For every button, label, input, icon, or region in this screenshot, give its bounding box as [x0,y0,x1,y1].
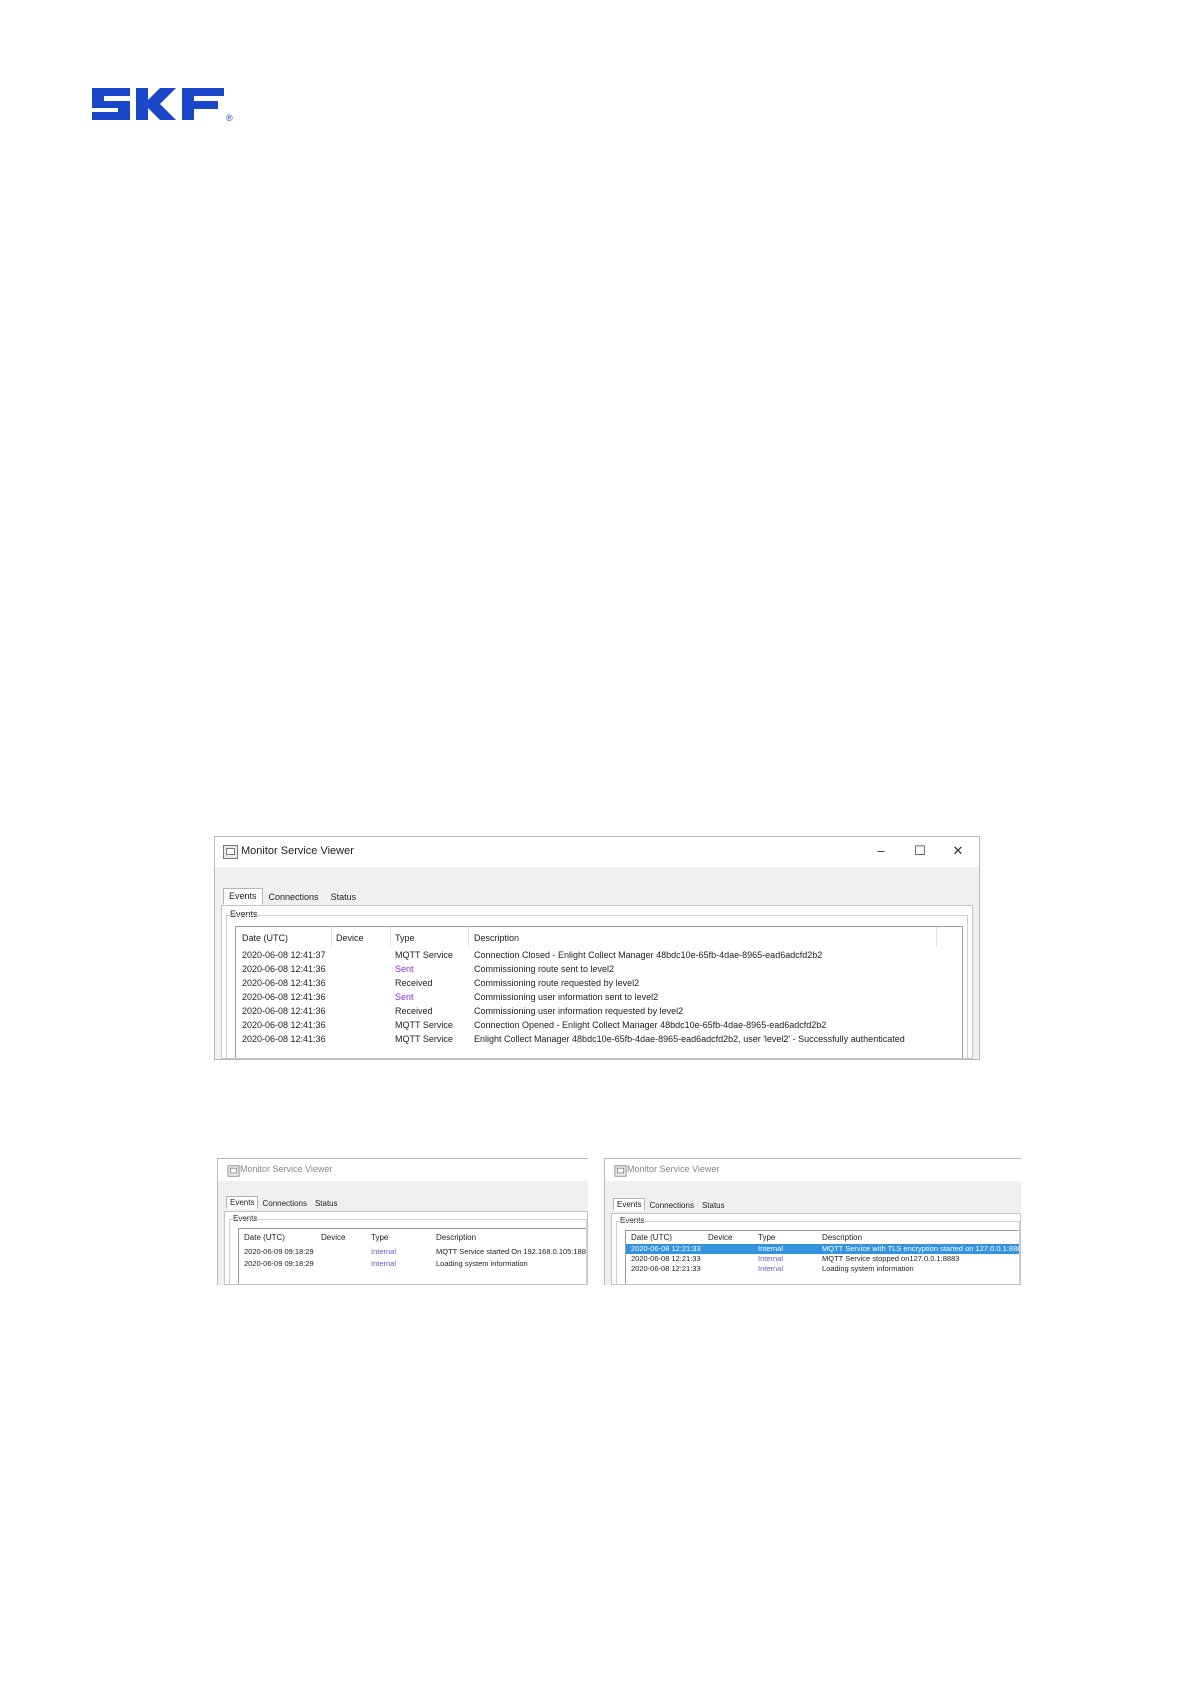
cell-date: 2020-06-09 09:18:29 [244,1247,314,1256]
cell-type: MQTT Service [395,1034,453,1044]
column-header-device[interactable]: Device [708,1233,732,1242]
tab-status[interactable]: Status [311,1197,342,1210]
events-group: Date (UTC) Device Type Description 2020-… [226,915,968,1058]
close-button[interactable]: ✕ [943,841,973,861]
cell-type: Sent [395,964,414,974]
events-list[interactable]: Date (UTC) Device Type Description 2020-… [235,926,963,1058]
cell-description: MQTT Service stopped on127.0.0.1:8883 [822,1254,960,1263]
maximize-button[interactable]: ☐ [905,841,935,861]
cell-date: 2020-06-08 12:21:33 [631,1264,701,1273]
table-row[interactable]: 2020-06-08 12:41:36 Sent Commissioning rou… [236,962,962,976]
events-group: Date (UTC) Device Type Description 2020-… [616,1221,1020,1284]
registered-mark: ® [226,113,233,122]
monitor-service-viewer-window: Monitor Service Viewer – ☐ ✕ Events Conn… [214,836,980,1060]
table-row[interactable]: 2020-06-08 12:41:36 MQTT Service Enlight C… [236,1032,962,1046]
list-header: Date (UTC) Device Type Description [626,1233,1019,1244]
window-title: Monitor Service Viewer [241,845,354,857]
app-icon [227,1165,240,1177]
window-title: Monitor Service Viewer [240,1164,333,1174]
skf-logo: ® [92,88,233,122]
cell-description: Loading system information [822,1264,914,1273]
table-row[interactable]: 2020-06-08 12:41:36 Sent Commissioning use… [236,990,962,1004]
tab-connections[interactable]: Connections [258,1197,310,1210]
cell-description: MQTT Service with TLS encryption started… [822,1244,1019,1253]
cell-type: Internal [371,1247,397,1256]
tab-connections[interactable]: Connections [645,1199,697,1212]
column-header-description[interactable]: Description [474,933,519,943]
cell-date: 2020-06-08 12:41:36 [242,1034,326,1044]
events-list[interactable]: Date (UTC) Device Type Description 2020-… [238,1228,586,1284]
cell-description: Connection Opened - Enlight Collect Mana… [474,1020,827,1030]
cell-date: 2020-06-08 12:41:37 [242,950,326,960]
table-row[interactable]: 2020-06-09 09:18:29 Internal MQTT Service … [239,1246,586,1258]
table-row[interactable]: 2020-06-08 12:41:37 MQTT Service Connectio… [236,948,962,962]
monitor-service-viewer-window-3: Monitor Service Viewer Events Connection… [604,1158,1021,1285]
table-row[interactable]: 2020-06-08 12:41:36 Received Commissioning… [236,1004,962,1018]
cell-date: 2020-06-09 09:18:29 [244,1259,314,1268]
tab-events[interactable]: Events [223,888,263,905]
cell-description: Commissioning user information requested… [474,1006,684,1016]
cell-description: MQTT Service started On 192.168.0.105:18… [436,1247,586,1256]
window-title: Monitor Service Viewer [627,1164,720,1174]
cell-description: Connection Closed - Enlight Collect Mana… [474,950,823,960]
table-row[interactable]: 2020-06-09 09:18:29 Internal Loading syste… [239,1258,586,1270]
title-bar[interactable]: Monitor Service Viewer – ☐ ✕ [215,837,979,867]
cell-date: 2020-06-08 12:41:36 [242,1006,326,1016]
table-row[interactable]: 2020-06-08 12:21:33 Internal MQTT Service … [626,1244,1019,1254]
cell-type: Sent [395,992,414,1002]
column-header-description[interactable]: Description [436,1233,476,1242]
column-header-type[interactable]: Type [371,1233,388,1242]
events-group: Date (UTC) Device Type Description 2020-… [229,1219,587,1284]
cell-type: MQTT Service [395,950,453,960]
tab-status[interactable]: Status [698,1199,729,1212]
cell-type: Internal [371,1259,397,1268]
cell-description: Enlight Collect Manager 48bdc10e-65fb-4d… [474,1034,905,1044]
table-row[interactable]: 2020-06-08 12:21:33 Internal MQTT Service … [626,1254,1019,1264]
cell-date: 2020-06-08 12:41:36 [242,992,326,1002]
cell-date: 2020-06-08 12:21:33 [631,1254,701,1263]
column-header-date[interactable]: Date (UTC) [631,1233,672,1242]
events-tab-page: Events Date (UTC) Device Type Descriptio… [224,1211,588,1285]
list-header: Date (UTC) Device Type Description [236,933,962,947]
cell-date: 2020-06-08 12:41:36 [242,978,326,988]
events-list[interactable]: Date (UTC) Device Type Description 2020-… [625,1230,1019,1284]
cell-date: 2020-06-08 12:41:36 [242,964,326,974]
column-header-type[interactable]: Type [395,933,415,943]
cell-type: Internal [758,1264,784,1273]
tab-connections[interactable]: Connections [263,889,325,905]
cell-description: Commissioning route requested by level2 [474,978,640,988]
app-icon [223,845,238,859]
events-tab-page: Events Date (UTC) Device Type Descriptio… [611,1213,1021,1285]
events-tab-page: Events Date (UTC) Device Type Descriptio… [221,905,973,1059]
cell-type: Received [395,1006,433,1016]
tab-events[interactable]: Events [226,1196,259,1209]
cell-description: Commissioning user information sent to l… [474,992,659,1002]
column-header-date[interactable]: Date (UTC) [242,933,288,943]
column-header-description[interactable]: Description [822,1233,862,1242]
list-header: Date (UTC) Device Type Description [239,1233,586,1245]
table-row[interactable]: 2020-06-08 12:21:33 Internal Loading syste… [626,1264,1019,1274]
column-header-device[interactable]: Device [321,1233,345,1242]
cell-description: Loading system information [436,1259,528,1268]
cell-type: MQTT Service [395,1020,453,1030]
title-bar[interactable]: Monitor Service Viewer [218,1159,588,1181]
column-header-type[interactable]: Type [758,1233,775,1242]
cell-type: Internal [758,1244,784,1253]
cell-type: Received [395,978,433,988]
cell-type: Internal [758,1254,784,1263]
minimize-button[interactable]: – [866,841,896,861]
cell-date: 2020-06-08 12:21:33 [631,1244,701,1253]
cell-description: Commissioning route sent to level2 [474,964,615,974]
table-row[interactable]: 2020-06-08 12:41:36 Received Commissioning… [236,976,962,990]
column-header-device[interactable]: Device [336,933,364,943]
app-icon [614,1165,627,1177]
column-header-date[interactable]: Date (UTC) [244,1233,285,1242]
monitor-service-viewer-window-2: Monitor Service Viewer Events Connection… [217,1158,588,1285]
tab-events[interactable]: Events [613,1198,646,1211]
title-bar[interactable]: Monitor Service Viewer [605,1159,1021,1181]
table-row[interactable]: 2020-06-08 12:41:36 MQTT Service Connectio… [236,1018,962,1032]
cell-date: 2020-06-08 12:41:36 [242,1020,326,1030]
tab-status[interactable]: Status [325,889,363,905]
